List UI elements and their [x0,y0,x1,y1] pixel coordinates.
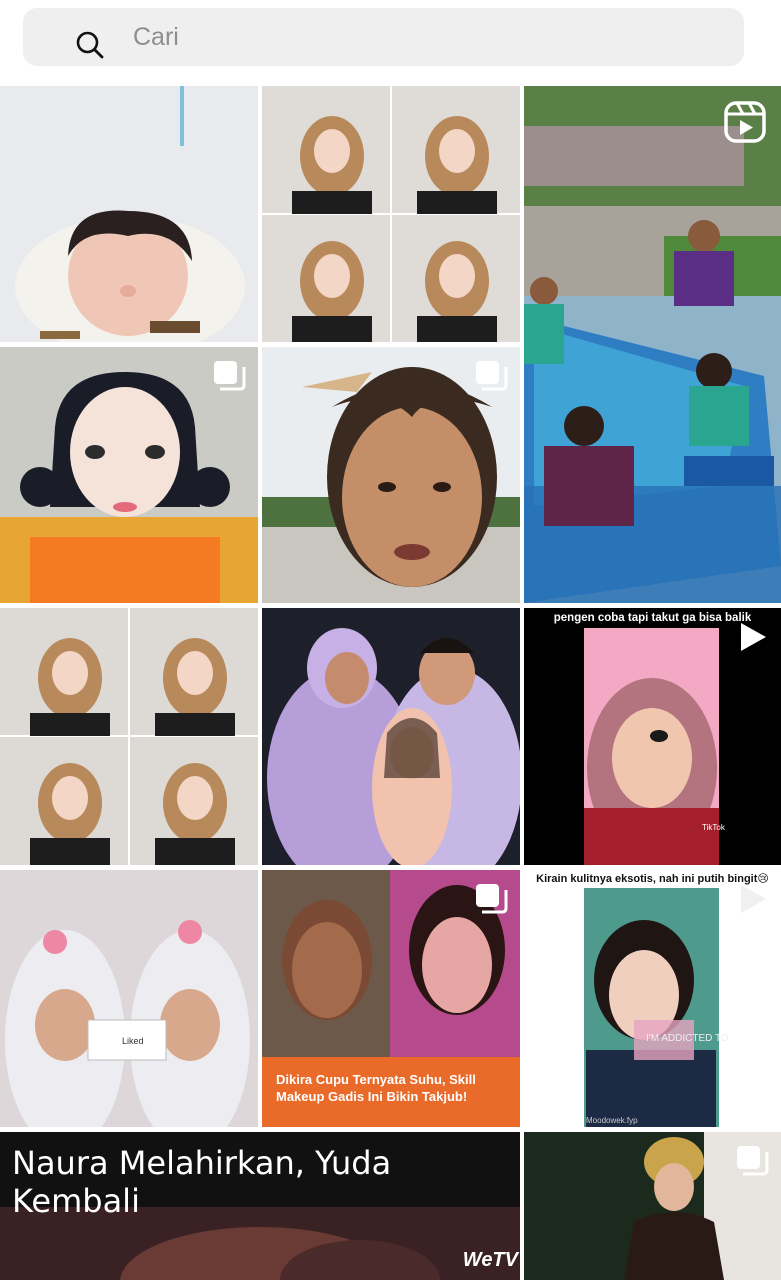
hijab-collage-photo-2[interactable] [0,608,258,865]
play-icon [741,623,766,651]
carousel-icon [737,1146,769,1176]
bride-traditional-carousel[interactable] [524,1132,781,1280]
makeup-transformation-carousel[interactable]: Dikira Cupu Ternyata Suhu, Skill Makeup … [262,870,520,1127]
carousel-icon [476,361,508,391]
search-icon[interactable] [75,30,105,60]
tiktok-hijab-video[interactable]: pengen coba tapi takut ga bisa balik Tik… [524,608,781,865]
search-input[interactable] [133,22,733,52]
overlay-text: I'M ADDICTED TO [646,1033,729,1044]
tiktok-watermark: TikTok [702,823,725,832]
naura-banner[interactable]: Naura Melahirkan, Yuda Kembali WeTV [0,1132,520,1280]
makeup-caption: Dikira Cupu Ternyata Suhu, Skill Makeup … [262,1057,520,1127]
makeup-face-carousel[interactable] [0,347,258,603]
newborn-baby-photo[interactable] [0,86,258,342]
exotic-skin-video[interactable]: Kirain kulitnya eksotis, nah ini putih b… [524,870,781,1127]
carousel-icon [476,884,508,914]
search-bar[interactable] [23,8,744,66]
pool-players-reel[interactable] [524,86,781,603]
family-lavender-image [262,608,520,865]
hijab-collage-photo[interactable] [262,86,520,342]
search-header [0,0,781,84]
family-lavender-photo[interactable] [262,608,520,865]
carousel-icon [214,361,246,391]
wetv-logo: WeTV [462,1249,518,1271]
play-icon [741,885,766,913]
newborn-baby-image [0,86,258,342]
liked-sticker: Liked [122,1036,144,1046]
hijab-twin-photo[interactable]: Liked [0,870,258,1127]
banner-title: Naura Melahirkan, Yuda Kembali [12,1144,392,1220]
hijab-collage-image [262,86,520,342]
pool-players-image [524,86,781,603]
reels-icon [724,101,766,143]
selfie-headband-carousel[interactable] [262,347,520,603]
creator-handle: Moodowek.fyp [586,1116,638,1125]
hijab-collage-image-2 [0,608,258,865]
hijab-twin-image [0,870,258,1127]
